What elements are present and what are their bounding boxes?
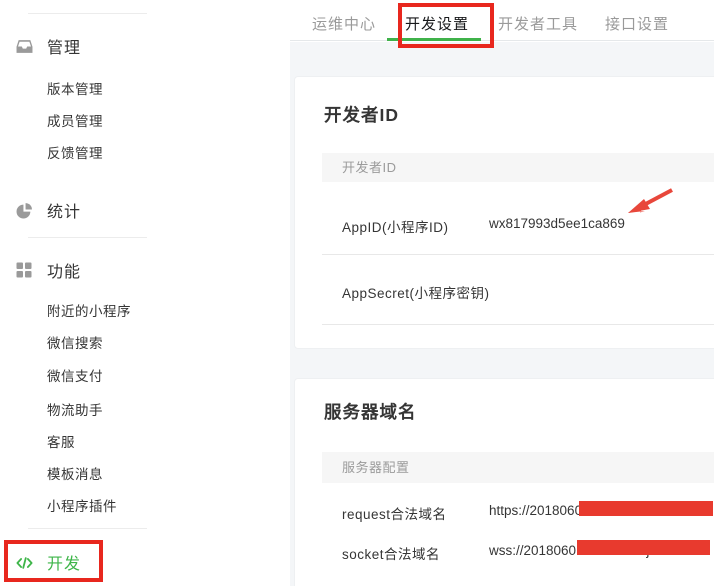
pie-chart-icon [16,202,33,219]
request-domain-visible-text: https://2018060 [489,503,582,518]
tab-api-settings[interactable]: 接口设置 [605,13,669,34]
request-domain-label: request合法域名 [342,503,447,523]
card-title: 服务器域名 [324,399,417,424]
sidebar-item-feedback-manage[interactable]: 反馈管理 [47,145,103,163]
socket-domain-label: socket合法域名 [342,543,440,563]
sidebar-divider [28,528,147,529]
table-header-label: 服务器配置 [342,460,410,475]
annotation-arrow [624,185,678,217]
annotation-box-develop [4,540,103,582]
sidebar-item-miniprogram-plugin[interactable]: 小程序插件 [47,498,117,516]
row-divider [322,324,714,325]
appid-value: wx817993d5ee1ca869 [489,216,625,231]
sidebar-item-customer-service[interactable]: 客服 [47,434,75,452]
sidebar-section-features[interactable]: 功能 [0,258,200,282]
sidebar-item-template-message[interactable]: 模板消息 [47,466,103,484]
sidebar-divider [28,237,147,238]
sidebar-section-label: 功能 [47,258,81,282]
sidebar-section-manage[interactable]: 管理 [0,34,200,58]
sidebar-item-logistics-helper[interactable]: 物流助手 [47,402,103,420]
sidebar-divider [28,13,147,14]
table-header-row: 开发者ID [322,153,714,182]
appsecret-label: AppSecret(小程序密钥) [342,282,490,302]
appid-label: AppID(小程序ID) [342,216,449,236]
sidebar-item-member-manage[interactable]: 成员管理 [47,113,103,131]
socket-domain-visible-text: wss://20180601 [489,543,583,558]
tab-developer-tools[interactable]: 开发者工具 [498,13,578,34]
sidebar-section-label: 管理 [47,34,81,58]
content-area: 开发者ID 开发者ID AppID(小程序ID) wx817993d5ee1ca… [290,42,714,586]
sidebar: 管理 版本管理 成员管理 反馈管理 统计 [0,0,290,586]
wechat-miniprogram-console: 管理 版本管理 成员管理 反馈管理 统计 [0,0,714,586]
tab-operations-center[interactable]: 运维中心 [312,13,376,34]
tab-bar: 运维中心 开发设置 开发者工具 接口设置 [290,0,714,41]
sidebar-item-wechat-search[interactable]: 微信搜索 [47,335,103,353]
sidebar-item-nearby-miniprogram[interactable]: 附近的小程序 [47,303,131,321]
annotation-box-tab [398,3,494,48]
server-domain-card: 服务器域名 服务器配置 request合法域名 https://2018060 … [294,378,714,586]
redaction-bar-request [579,501,713,516]
sidebar-section-stats[interactable]: 统计 [0,198,200,222]
grid-icon [16,262,33,279]
main-area: 运维中心 开发设置 开发者工具 接口设置 开发者ID 开发者ID AppID(小… [290,0,714,586]
tray-icon [16,38,33,55]
table-header-label: 开发者ID [342,160,397,175]
redaction-bar-socket [577,540,710,555]
sidebar-item-version-manage[interactable]: 版本管理 [47,81,103,99]
row-divider [322,254,714,255]
sidebar-item-wechat-pay[interactable]: 微信支付 [47,368,103,386]
card-title: 开发者ID [324,102,399,127]
table-header-row: 服务器配置 [322,452,714,483]
sidebar-section-label: 统计 [47,198,81,222]
request-domain-value: https://2018060 [489,503,582,518]
